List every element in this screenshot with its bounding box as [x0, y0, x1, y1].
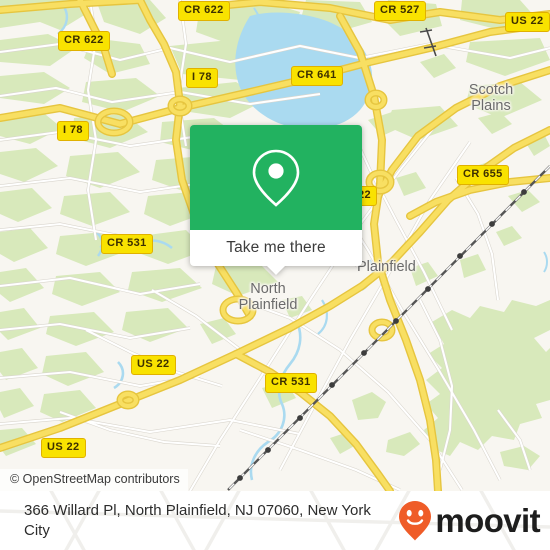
destination-address: 366 Willard Pl, North Plainfield, NJ 070…: [24, 501, 371, 539]
road-shield-cr-531-lower: CR 531: [265, 373, 317, 393]
callout-pointer-tail: [267, 266, 285, 275]
place-label-north-plainfield: North Plainfield: [238, 281, 298, 313]
callout-cta-panel[interactable]: Take me there: [190, 230, 362, 275]
map-screenshot: CR 622 CR 527 US 22 CR 622 CR 641 I 78 I…: [0, 0, 550, 550]
footer-bar: 366 Willard Pl, North Plainfield, NJ 070…: [0, 491, 550, 550]
osm-attribution[interactable]: © OpenStreetMap contributors: [0, 469, 188, 491]
road-shield-cr-531-upper: CR 531: [101, 234, 153, 254]
moovit-wordmark: moovit: [435, 502, 540, 539]
map-pin-icon: [252, 149, 300, 207]
road-shield-i-78-left: I 78: [57, 121, 89, 141]
road-shield-us-22-sw: US 22: [41, 438, 86, 458]
moovit-logo[interactable]: moovit: [398, 500, 541, 542]
road-shield-cr-622-top: CR 622: [178, 1, 230, 21]
road-shield-us-22-ne: US 22: [505, 12, 550, 32]
take-me-there-label: Take me there: [226, 239, 326, 256]
road-shield-cr-622-left: CR 622: [58, 31, 110, 51]
destination-callout-card[interactable]: Take me there: [190, 125, 362, 275]
road-shield-cr-527: CR 527: [374, 1, 426, 21]
moovit-smiley-pin-icon: [399, 500, 432, 540]
map-canvas[interactable]: CR 622 CR 527 US 22 CR 622 CR 641 I 78 I…: [0, 0, 550, 491]
road-shield-i-78-top: I 78: [186, 68, 218, 88]
place-label-scotch-plains: Scotch Plains: [468, 82, 514, 114]
place-label-plainfield: Plainfield: [357, 259, 416, 275]
road-shield-cr-641: CR 641: [291, 66, 343, 86]
road-shield-us-22-mid: US 22: [131, 355, 176, 375]
road-shield-cr-655: CR 655: [457, 165, 509, 185]
callout-pin-panel: [190, 125, 362, 230]
